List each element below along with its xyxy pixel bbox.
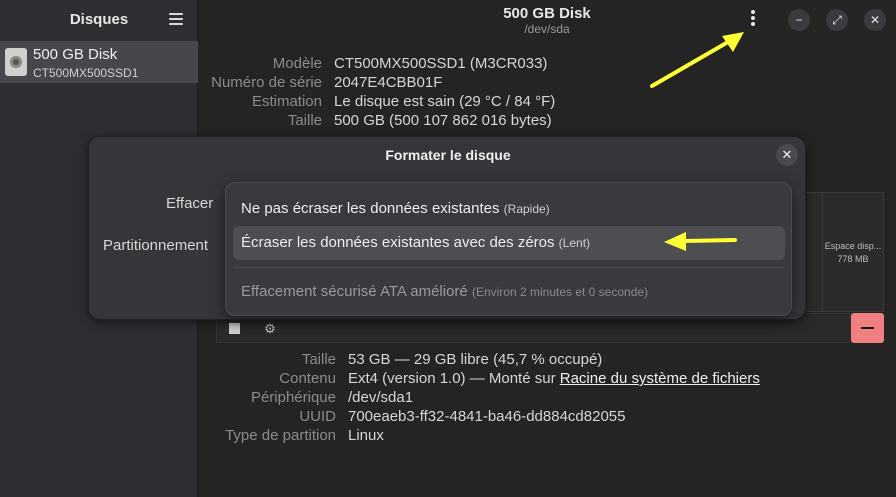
partitioning-label: Partitionnement bbox=[103, 237, 209, 254]
content-text: Ext4 (version 1.0) — Monté sur bbox=[348, 370, 556, 387]
erase-label: Effacer bbox=[166, 195, 214, 212]
info-value: Ext4 (version 1.0) — Monté sur Racine du… bbox=[348, 370, 760, 387]
partition-row-uuid: UUID bbox=[0, 408, 336, 428]
dialog-title: Formater le disque bbox=[385, 147, 511, 163]
option-label: Effacement sécurisé ATA amélioré bbox=[241, 283, 468, 300]
erase-options-popover: Ne pas écraser les données existantes (R… bbox=[225, 182, 792, 316]
info-row-serial: Numéro de série bbox=[0, 74, 322, 94]
arrow-to-kebab-icon bbox=[650, 32, 744, 88]
info-label: Contenu bbox=[279, 370, 336, 387]
partition-row-device: Périphérique bbox=[0, 389, 336, 409]
info-value: 500 GB (500 107 862 016 bytes) bbox=[334, 112, 552, 129]
partition-label: Espace disp... bbox=[824, 241, 882, 251]
info-value: 700eaeb3-ff32-4841-ba46-dd884cd82055 bbox=[348, 408, 626, 425]
close-icon[interactable]: ✕ bbox=[776, 144, 798, 166]
info-value: 53 GB — 29 GB libre (45,7 % occupé) bbox=[348, 351, 603, 368]
partition-row-content: Contenu bbox=[0, 370, 336, 390]
info-label: Modèle bbox=[272, 55, 322, 72]
info-value: CT500MX500SSD1 (M3CR033) bbox=[334, 55, 548, 72]
delete-partition-button[interactable] bbox=[851, 313, 884, 343]
mount-point-link[interactable]: Racine du système de fichiers bbox=[560, 370, 760, 387]
option-hint: (Rapide) bbox=[503, 202, 550, 216]
separator bbox=[233, 267, 785, 268]
partition-row-type: Type de partition bbox=[0, 427, 336, 447]
info-value: Le disque est sain (29 °C / 84 °F) bbox=[334, 93, 556, 110]
option-hint: (Lent) bbox=[558, 236, 591, 250]
info-label: Taille bbox=[301, 351, 336, 368]
option-label: Écraser les données existantes avec des … bbox=[241, 234, 555, 251]
option-overwrite-zeros[interactable]: Écraser les données existantes avec des … bbox=[233, 226, 785, 260]
info-label: Estimation bbox=[251, 93, 322, 110]
minimize-button[interactable]: − bbox=[788, 9, 810, 31]
close-window-button[interactable]: ✕ bbox=[864, 9, 886, 31]
partition-row-size: Taille bbox=[0, 351, 336, 371]
maximize-icon: ⤢ bbox=[832, 13, 842, 27]
info-label: Périphérique bbox=[250, 389, 336, 406]
info-label: Type de partition bbox=[225, 427, 336, 444]
info-value: Linux bbox=[348, 427, 384, 444]
sidebar-header: Disques bbox=[0, 0, 197, 40]
info-row-health: Estimation bbox=[0, 93, 322, 113]
option-hint: (Environ 2 minutes et 0 seconde) bbox=[471, 285, 649, 299]
info-label: Numéro de série bbox=[211, 74, 322, 91]
maximize-button[interactable]: ⤢ bbox=[826, 9, 848, 31]
info-value: 2047E4CBB01F bbox=[334, 74, 443, 91]
info-row-size: Taille bbox=[0, 112, 322, 132]
info-row-model: Modèle bbox=[0, 55, 322, 75]
option-ata-secure-erase: Effacement sécurisé ATA amélioré (Enviro… bbox=[233, 275, 785, 309]
info-value: /dev/sda1 bbox=[348, 389, 414, 406]
option-label: Ne pas écraser les données existantes bbox=[241, 200, 500, 217]
partition-size: 778 MB bbox=[837, 254, 869, 264]
info-label: Taille bbox=[287, 112, 322, 129]
hamburger-icon[interactable] bbox=[169, 13, 183, 27]
close-icon: ✕ bbox=[869, 13, 881, 27]
option-no-overwrite[interactable]: Ne pas écraser les données existantes (R… bbox=[233, 192, 785, 226]
kebab-menu-icon[interactable] bbox=[747, 10, 759, 30]
minimize-icon: − bbox=[795, 13, 803, 27]
partition-segment-free[interactable]: Espace disp... 778 MB bbox=[822, 192, 884, 312]
info-label: UUID bbox=[299, 408, 336, 425]
